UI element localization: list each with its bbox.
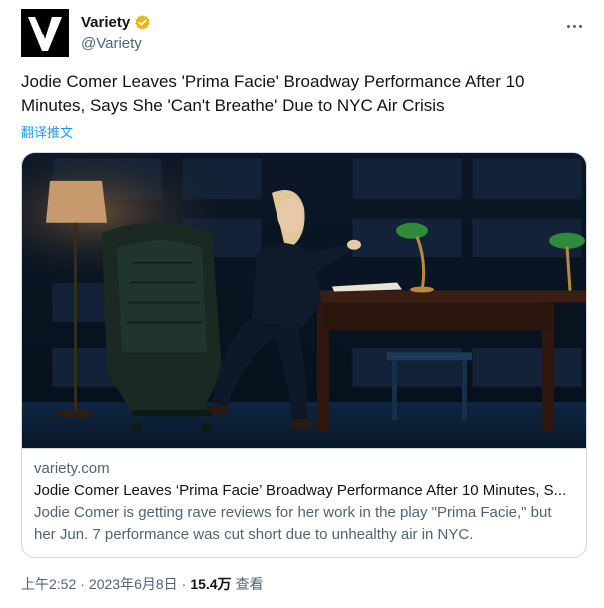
meta-separator: · [181,576,187,592]
variety-logo-icon [21,9,69,57]
more-options-icon[interactable] [562,14,586,38]
card-description: Jodie Comer is getting rave reviews for … [34,504,552,543]
views-label: 查看 [235,576,264,592]
tweet-time[interactable]: 上午2:52 [21,574,76,594]
views-count: 15.4万 [190,576,232,592]
tweet: Variety @Variety Jodie Comer Leaves 'Pri… [0,0,604,608]
avatar[interactable] [21,9,69,57]
translate-tweet-link[interactable]: 翻译推文 [21,122,73,141]
author-handle[interactable]: @Variety [81,35,151,52]
tweet-meta: 上午2:52 · 2023年6月8日 · 15.4万 查看 [21,574,264,594]
card-image [22,153,586,449]
card-domain: variety.com [34,460,110,477]
verified-badge-icon [135,15,151,30]
author-display-name[interactable]: Variety [81,14,130,31]
link-card[interactable]: variety.com Jodie Comer Leaves ‘Prima Fa… [21,152,587,558]
tweet-date[interactable]: 2023年6月8日 [89,574,178,594]
tweet-text: Jodie Comer Leaves 'Prima Facie' Broadwa… [21,72,525,115]
card-body: variety.com Jodie Comer Leaves ‘Prima Fa… [34,458,574,546]
meta-separator: · [80,576,85,592]
name-row: Variety [81,14,151,31]
tweet-header: Variety @Variety [21,8,586,58]
card-title: Jodie Comer Leaves ‘Prima Facie’ Broadwa… [34,482,567,499]
author-names: Variety @Variety [81,14,151,52]
